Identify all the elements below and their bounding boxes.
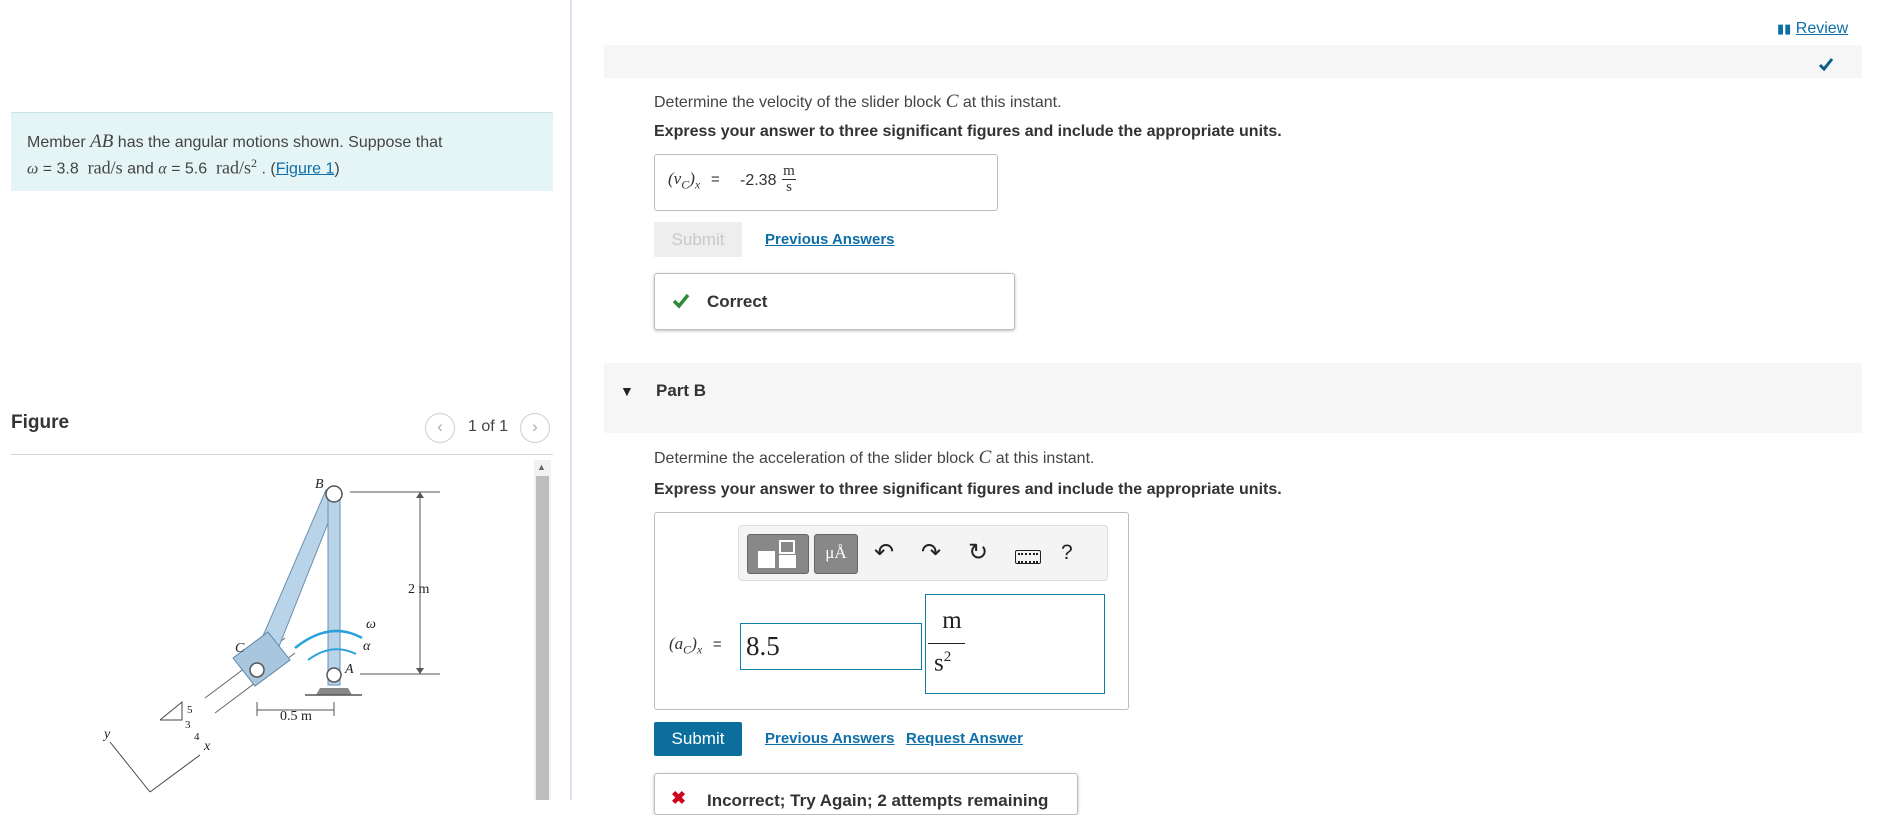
help-icon[interactable]: ?	[1061, 541, 1073, 565]
part-a-header	[604, 45, 1862, 78]
part-a-answer-label: (vC)x =	[668, 169, 720, 192]
label-2m: 2 m	[408, 582, 430, 597]
figure-divider	[11, 454, 553, 455]
label-4: 4	[194, 731, 200, 743]
part-a-unit: m s	[782, 163, 796, 195]
part-a-answer-value: -2.38	[740, 172, 777, 189]
review-link[interactable]: ▮▮ Review	[1777, 20, 1848, 38]
figure-pager: 1 of 1	[468, 418, 509, 435]
keyboard-icon[interactable]	[1015, 550, 1041, 564]
scroll-up-arrow-icon[interactable]: ▲	[537, 462, 546, 472]
part-b-submit-button[interactable]: Submit	[654, 722, 742, 756]
mu-angstrom-icon: μÅ	[825, 543, 847, 562]
part-b-title: Part B	[656, 381, 707, 400]
undo-icon[interactable]: ↶	[869, 538, 899, 567]
part-a-feedback: Correct	[654, 273, 1015, 330]
figure-prev-button[interactable]: ‹	[425, 413, 455, 443]
label-omega: ω	[366, 617, 376, 632]
slope-triangle	[159, 700, 183, 721]
x-axis	[149, 754, 201, 793]
book-icon: ▮▮	[1777, 21, 1792, 36]
part-b-question: Determine the acceleration of the slider…	[654, 447, 1095, 468]
label-a: A	[344, 662, 354, 677]
label-05m: 0.5 m	[280, 709, 312, 724]
alpha-unit: rad/s	[216, 157, 252, 178]
reset-icon[interactable]: ↻	[963, 538, 993, 567]
member-name: AB	[90, 131, 114, 152]
arrow-up-icon	[416, 492, 424, 498]
pane-divider	[570, 0, 572, 800]
member-ab	[327, 497, 341, 686]
label-x: x	[203, 739, 211, 754]
part-b-answer-label: (aC)x =	[669, 634, 722, 657]
caret-down-icon[interactable]: ▼	[620, 383, 634, 399]
alpha-value: 5.6	[184, 160, 208, 178]
incorrect-x-icon: ✖	[671, 788, 687, 808]
part-b-header[interactable]	[604, 363, 1862, 433]
figure-next-button[interactable]: ›	[520, 413, 550, 443]
redo-icon[interactable]: ↷	[916, 538, 946, 567]
part-a-instruction: Express your answer to three significant…	[654, 123, 1282, 140]
correct-check-icon	[672, 293, 690, 309]
ground-support	[316, 688, 352, 695]
units-button[interactable]: μÅ	[814, 534, 858, 574]
part-b-previous-answers-link[interactable]: Previous Answers	[765, 730, 895, 747]
part-a-answer-box: (vC)x = -2.38 m s	[654, 154, 998, 211]
problem-statement: Member AB has the angular motions shown.…	[27, 131, 443, 178]
figure-heading: Figure	[11, 412, 70, 433]
omega-symbol: ω	[27, 160, 39, 178]
part-b-feedback: ✖ Incorrect; Try Again; 2 attempts remai…	[654, 773, 1078, 815]
alpha-symbol: α	[158, 160, 167, 178]
label-y: y	[102, 727, 111, 742]
problem-statement-box: Member AB has the angular motions shown.…	[11, 112, 553, 191]
math-toolbar: μÅ ↶ ↷ ↻ ?	[738, 525, 1108, 581]
label-alpha: α	[363, 639, 371, 654]
chevron-left-icon: ‹	[437, 417, 443, 436]
pin-b	[325, 485, 343, 503]
units-input[interactable]: m s2	[925, 594, 1105, 694]
figure-scrollbar-thumb[interactable]	[536, 476, 549, 800]
part-a-question: Determine the velocity of the slider blo…	[654, 91, 1062, 112]
part-a-submit-button[interactable]: Submit	[654, 222, 742, 257]
omega-unit: rad/s	[87, 157, 123, 178]
request-answer-link[interactable]: Request Answer	[906, 730, 1023, 747]
label-3: 3	[185, 719, 191, 731]
templates-button[interactable]	[747, 534, 809, 574]
value-input[interactable]: 8.5	[740, 623, 922, 670]
label-b: B	[315, 477, 324, 492]
pin-c	[249, 662, 265, 678]
mechanism-figure: B C A ω α 2 m 0.5 m y x 5 3 4	[102, 477, 440, 793]
arrow-down-icon	[416, 668, 424, 674]
part-a-previous-answers-link[interactable]: Previous Answers	[765, 231, 895, 248]
omega-value: 3.8	[56, 160, 79, 178]
figure-link[interactable]: Figure 1	[276, 160, 335, 177]
part-a-check-icon	[1818, 56, 1834, 72]
label-5: 5	[187, 704, 193, 716]
y-axis	[109, 741, 151, 793]
chevron-right-icon: ›	[532, 417, 538, 436]
label-c: C	[235, 641, 245, 656]
part-b-instruction: Express your answer to three significant…	[654, 481, 1282, 498]
pin-a	[326, 667, 342, 683]
